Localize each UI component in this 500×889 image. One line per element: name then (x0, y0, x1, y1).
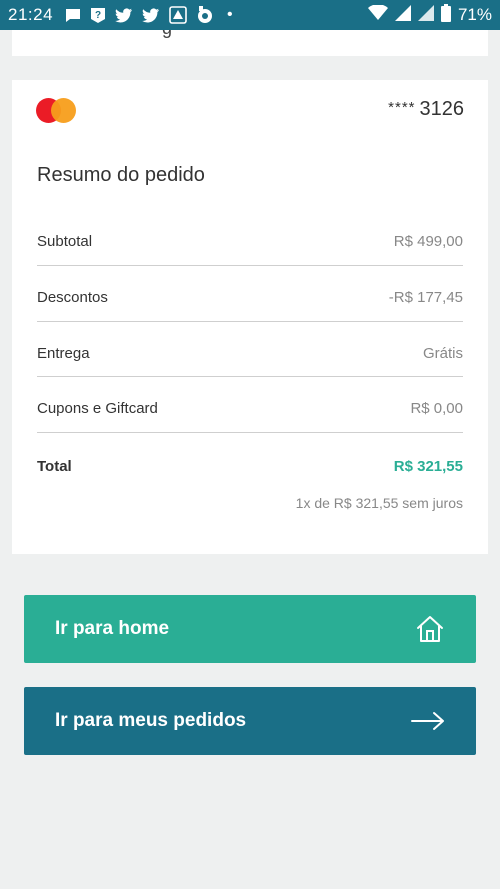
previous-card-text: g (162, 30, 172, 39)
total-value: R$ 321,55 (393, 458, 463, 475)
more-notifications-dot: • (227, 6, 233, 23)
delivery-row: Entrega Grátis (37, 345, 463, 362)
discounts-value: -R$ 177,45 (388, 289, 463, 306)
order-summary-card: **** 3126 Resumo do pedido Subtotal R$ 49… (12, 80, 488, 554)
divider (37, 265, 463, 266)
battery-icon (440, 3, 451, 27)
system-icons: 71% (367, 3, 492, 27)
coupons-value: R$ 0,00 (410, 400, 463, 417)
signal-icon (394, 4, 411, 26)
game-app-icon (169, 6, 187, 24)
divider (37, 432, 463, 433)
go-home-button[interactable]: Ir para home (24, 595, 476, 663)
status-bar: 21:24 ? • 71% (0, 0, 500, 30)
go-home-label: Ir para home (55, 618, 170, 639)
summary-title: Resumo do pedido (37, 164, 205, 186)
discounts-label: Descontos (37, 289, 108, 306)
go-to-orders-button[interactable]: Ir para meus pedidos (24, 687, 476, 755)
divider (37, 376, 463, 377)
svg-text:?: ? (95, 10, 101, 21)
subtotal-label: Subtotal (37, 233, 93, 250)
twitter-icon (142, 7, 160, 23)
previous-card: g (12, 30, 488, 56)
discounts-row: Descontos -R$ 177,45 (37, 289, 463, 306)
coupons-label: Cupons e Giftcard (37, 400, 158, 417)
divider (37, 321, 463, 322)
total-row: Total R$ 321,55 (37, 458, 463, 475)
delivery-label: Entrega (37, 345, 90, 362)
mastercard-logo-icon (36, 98, 76, 124)
installments-text: 1x de R$ 321,55 sem juros (295, 495, 463, 511)
coupons-row: Cupons e Giftcard R$ 0,00 (37, 400, 463, 417)
status-time: 21:24 (8, 5, 54, 24)
card-number: **** 3126 (388, 98, 464, 121)
card-masked-digits: **** (388, 99, 416, 116)
delivery-value: Grátis (422, 345, 463, 362)
app-icon (196, 6, 214, 24)
notification-icons: ? • (65, 6, 233, 24)
total-label: Total (37, 458, 72, 475)
go-to-orders-label: Ir para meus pedidos (55, 710, 247, 731)
wifi-icon (367, 3, 388, 26)
twitter-icon (115, 7, 133, 23)
home-icon (415, 615, 445, 643)
message-icon (65, 8, 81, 23)
signal-icon-2 (417, 4, 434, 26)
arrow-right-icon (411, 711, 445, 731)
battery-percentage: 71% (457, 5, 492, 24)
help-app-icon: ? (90, 7, 106, 24)
card-last-digits: 3126 (419, 98, 465, 120)
subtotal-value: R$ 499,00 (393, 233, 463, 250)
subtotal-row: Subtotal R$ 499,00 (37, 233, 463, 250)
